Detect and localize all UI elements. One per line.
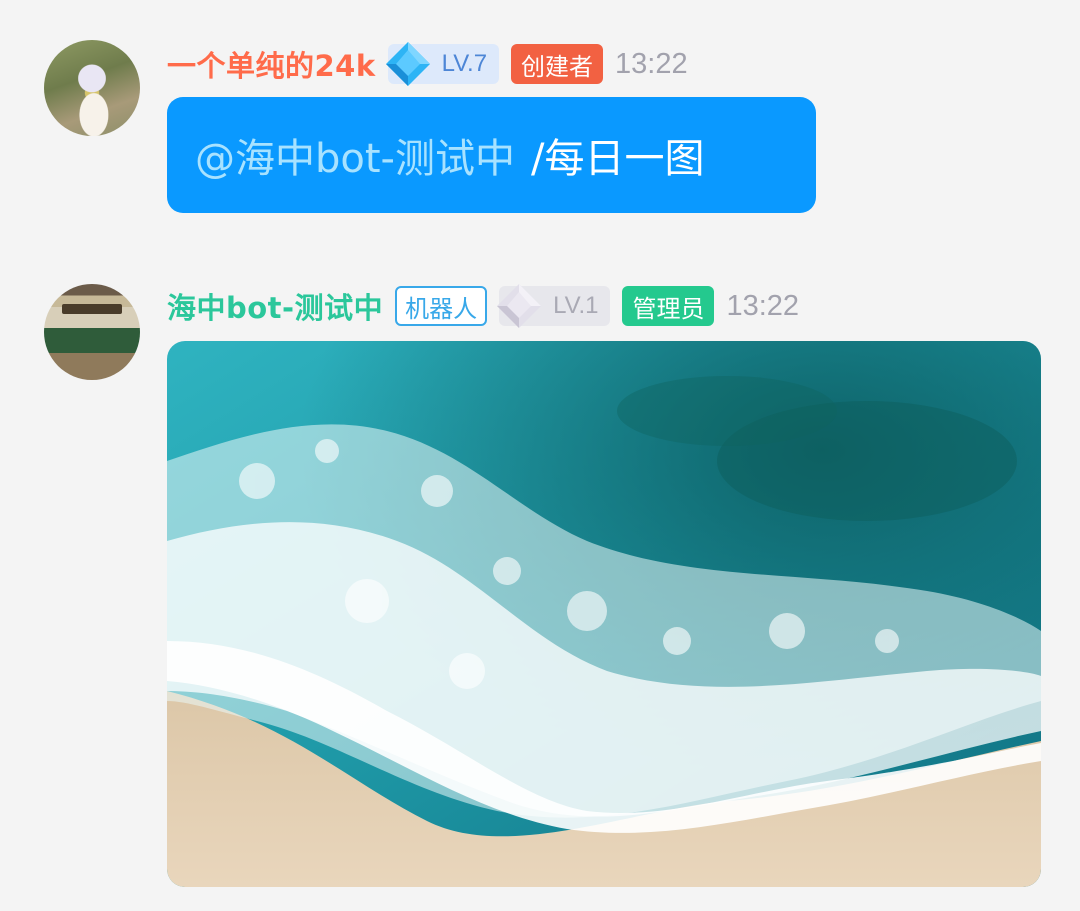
mention-link[interactable]: @海中bot-测试中 bbox=[195, 126, 515, 184]
bot-badge: 机器人 bbox=[395, 286, 488, 326]
sender-name[interactable]: 海中bot-测试中 bbox=[167, 285, 383, 327]
command-text: /每日一图 bbox=[530, 136, 705, 182]
level-badge: LV.7 bbox=[385, 42, 500, 86]
message-header: 海中bot-测试中 机器人 LV.1 管理员 13:22 bbox=[167, 282, 799, 330]
timestamp: 13:22 bbox=[615, 47, 688, 80]
message-bubble[interactable]: @海中bot-测试中 /每日一图 bbox=[167, 97, 816, 213]
photo-image bbox=[167, 341, 1041, 887]
avatar[interactable] bbox=[44, 284, 140, 380]
diamond-icon bbox=[497, 284, 542, 328]
level-text: LV.7 bbox=[441, 50, 488, 77]
ocean-waves-beach-photo[interactable] bbox=[167, 341, 1041, 887]
avatar[interactable] bbox=[44, 40, 140, 136]
role-badge-creator: 创建者 bbox=[511, 44, 604, 84]
diamond-icon bbox=[385, 42, 430, 86]
sender-name[interactable]: 一个单纯的24k bbox=[167, 43, 376, 85]
chat-window: 一个单纯的24k LV.7 创建者 13:22 @海中bot-测试中 /每日一图… bbox=[0, 0, 1080, 911]
level-text: LV.1 bbox=[553, 292, 599, 319]
message-header: 一个单纯的24k LV.7 创建者 13:22 bbox=[167, 40, 688, 88]
timestamp: 13:22 bbox=[726, 289, 800, 322]
role-badge-admin: 管理员 bbox=[622, 286, 715, 326]
level-badge: LV.1 bbox=[497, 284, 611, 328]
